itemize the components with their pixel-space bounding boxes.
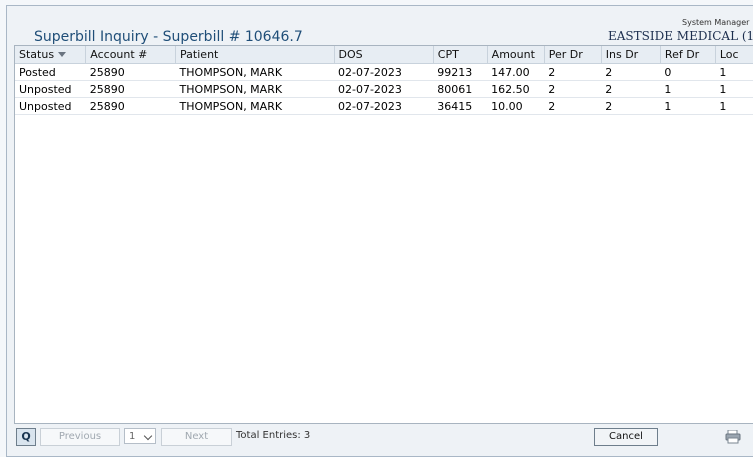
cell-dos: 02-07-2023 bbox=[334, 63, 434, 81]
cell-loc: 1 bbox=[715, 80, 753, 98]
sort-desc-icon bbox=[58, 52, 67, 57]
cell-account: 25890 bbox=[85, 63, 176, 81]
column-header-patient[interactable]: Patient bbox=[175, 46, 335, 64]
column-header-cpt[interactable]: CPT bbox=[433, 46, 488, 64]
cell-status: Unposted bbox=[15, 97, 86, 115]
cell-loc: 1 bbox=[715, 63, 753, 81]
cell-per-dr: 2 bbox=[544, 80, 602, 98]
system-manager-label: System Manager bbox=[682, 18, 750, 27]
window-title: Superbill Inquiry - Superbill # 10646.7 bbox=[34, 29, 303, 45]
printer-icon[interactable] bbox=[725, 430, 741, 444]
cell-account: 25890 bbox=[85, 97, 176, 115]
total-entries-label: Total Entries: 3 bbox=[236, 430, 311, 441]
column-header-dos[interactable]: DOS bbox=[334, 46, 434, 64]
column-header-amount[interactable]: Amount bbox=[487, 46, 545, 64]
next-button[interactable]: Next bbox=[161, 428, 232, 446]
cell-ins-dr: 2 bbox=[601, 97, 661, 115]
cell-cpt: 36415 bbox=[433, 97, 488, 115]
table-row[interactable]: Posted 25890 THOMPSON, MARK 02-07-2023 9… bbox=[15, 63, 753, 81]
query-button[interactable]: Q bbox=[16, 428, 36, 446]
column-header-account[interactable]: Account # bbox=[85, 46, 177, 64]
column-header-status[interactable]: Status bbox=[15, 46, 87, 64]
practice-label: EASTSIDE MEDICAL (1) bbox=[608, 29, 753, 43]
table-row[interactable]: Unposted 25890 THOMPSON, MARK 02-07-2023… bbox=[15, 97, 753, 115]
table-row[interactable]: Unposted 25890 THOMPSON, MARK 02-07-2023… bbox=[15, 80, 753, 98]
cell-patient: THOMPSON, MARK bbox=[175, 97, 334, 115]
cell-per-dr: 2 bbox=[544, 63, 602, 81]
cell-ref-dr: 0 bbox=[660, 63, 716, 81]
page-select[interactable]: 1 bbox=[124, 428, 156, 444]
cell-patient: THOMPSON, MARK bbox=[175, 80, 334, 98]
column-header-ins-dr[interactable]: Ins Dr bbox=[601, 46, 661, 64]
cell-status: Unposted bbox=[15, 80, 86, 98]
column-header-per-dr[interactable]: Per Dr bbox=[544, 46, 602, 64]
cell-loc: 1 bbox=[715, 97, 753, 115]
cell-amount: 10.00 bbox=[487, 97, 545, 115]
cell-account: 25890 bbox=[85, 80, 176, 98]
page-select-value: 1 bbox=[129, 431, 136, 442]
table-header-row: Status Account # Patient DOS CPT Amount … bbox=[15, 46, 753, 64]
cell-patient: THOMPSON, MARK bbox=[175, 63, 334, 81]
footer-bar: Q Previous 1 Next Total Entries: 3 Cance… bbox=[0, 428, 753, 446]
previous-button[interactable]: Previous bbox=[40, 428, 120, 446]
cell-dos: 02-07-2023 bbox=[334, 97, 434, 115]
superbill-table: Status Account # Patient DOS CPT Amount … bbox=[15, 46, 753, 115]
cancel-button[interactable]: Cancel bbox=[594, 428, 658, 446]
cell-per-dr: 2 bbox=[544, 97, 602, 115]
cell-ref-dr: 1 bbox=[660, 97, 716, 115]
column-header-ref-dr[interactable]: Ref Dr bbox=[660, 46, 716, 64]
cell-amount: 162.50 bbox=[487, 80, 545, 98]
cell-dos: 02-07-2023 bbox=[334, 80, 434, 98]
cell-cpt: 99213 bbox=[433, 63, 488, 81]
cell-amount: 147.00 bbox=[487, 63, 545, 81]
superbill-grid: Status Account # Patient DOS CPT Amount … bbox=[14, 45, 753, 424]
chevron-down-icon bbox=[143, 431, 153, 441]
cell-ins-dr: 2 bbox=[601, 63, 661, 81]
cell-cpt: 80061 bbox=[433, 80, 488, 98]
cell-status: Posted bbox=[15, 63, 86, 81]
cell-ins-dr: 2 bbox=[601, 80, 661, 98]
column-header-loc[interactable]: Loc bbox=[715, 46, 753, 64]
cell-ref-dr: 1 bbox=[660, 80, 716, 98]
